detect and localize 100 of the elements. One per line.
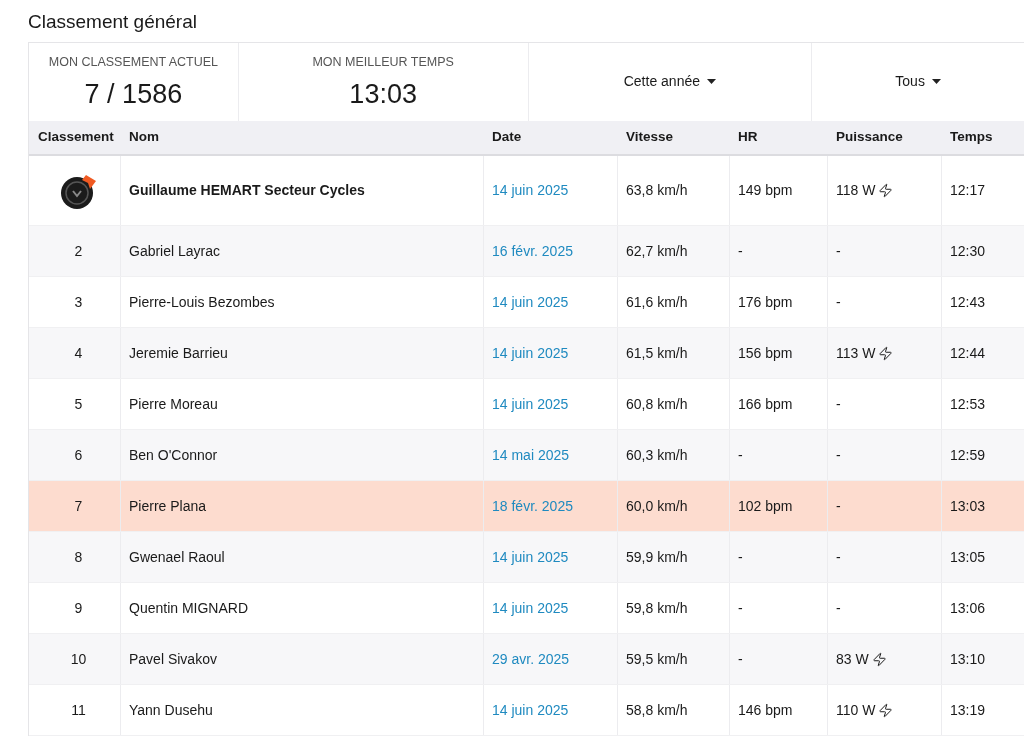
rank-cell-text: 11	[71, 700, 86, 720]
speed-cell-text: 58,8 km/h	[626, 700, 688, 720]
table-row[interactable]: 6 Ben O'Connor 14 mai 2025 60,3 km/h - - 12:59	[29, 430, 1024, 481]
name-cell-text: Ben O'Connor	[129, 445, 218, 465]
time-cell-text: 13:06	[950, 598, 986, 618]
power-cell-text: 110 W	[836, 700, 876, 720]
time-cell-text: 12:43	[950, 292, 986, 312]
caret-icon	[707, 78, 716, 84]
time-cell-text: 13:03	[950, 496, 986, 516]
stat-label: MON CLASSEMENT ACTUEL	[48, 54, 219, 71]
rank-cell-text: 7	[74, 496, 83, 516]
rank-cell-text: 6	[74, 445, 83, 465]
power-cell-text: -	[836, 598, 841, 618]
time-cell-text: 13:05	[950, 547, 986, 567]
date-link[interactable]: 14 juin 2025	[492, 597, 569, 619]
column-header: Date	[491, 128, 523, 147]
table-row[interactable]: 9 Quentin MIGNARD 14 juin 2025 59,8 km/h - - 13:06	[29, 583, 1024, 634]
heart-rate-cell-text: 166 bpm	[738, 394, 793, 414]
table-row[interactable]: 10 Pavel Sivakov 29 avr. 2025 59,5 km/h - 83 W 13:10	[29, 634, 1024, 685]
power-cell-text: -	[836, 547, 841, 567]
name-cell-text: Quentin MIGNARD	[129, 598, 249, 618]
column-header: Temps	[949, 128, 994, 147]
heart-rate-cell-text: -	[738, 649, 743, 669]
column-header: Classement	[37, 128, 115, 147]
name-cell-text: Jeremie Barrieu	[129, 343, 228, 363]
power-cell-text: -	[836, 292, 841, 312]
date-link[interactable]: 29 avr. 2025	[492, 648, 570, 670]
rank-cell-text: 10	[70, 649, 87, 669]
speed-cell-text: 59,5 km/h	[626, 649, 688, 669]
name-cell-text: Pavel Sivakov	[129, 649, 217, 669]
time-cell-text: 12:30	[950, 241, 986, 261]
table-row[interactable]: Guillaume HEMART Secteur Cycles 14 juin 2025 63,8 km/h 149 bpm 118 W 12:17	[29, 156, 1024, 226]
name-cell-text: Pierre Plana	[129, 496, 207, 516]
name-cell-text: Yann Dusehu	[129, 700, 213, 720]
power-cell-text: -	[836, 496, 841, 516]
heart-rate-cell-text: 146 bpm	[738, 700, 793, 720]
name-cell-text: Gwenael Raoul	[129, 547, 225, 567]
rank-cell-text: 8	[74, 547, 83, 567]
heart-rate-cell-text: -	[738, 547, 743, 567]
heart-rate-cell-text: 156 bpm	[738, 343, 793, 363]
power-cell-text: -	[836, 445, 841, 465]
time-cell-text: 12:17	[950, 181, 986, 200]
stat-value: 13:03	[349, 77, 417, 111]
time-cell-text: 13:10	[950, 649, 986, 669]
table-row[interactable]: 7 Pierre Plana 18 févr. 2025 60,0 km/h 102 bpm - 13:03	[29, 481, 1024, 532]
time-cell-text: 12:44	[950, 343, 986, 363]
speed-cell-text: 59,9 km/h	[626, 547, 688, 567]
page-title: Classement général	[27, 10, 198, 34]
heart-rate-cell-text: 176 bpm	[738, 292, 793, 312]
rank-cell-text: 3	[74, 292, 83, 312]
table-row[interactable]: 5 Pierre Moreau 14 juin 2025 60,8 km/h 166 bpm - 12:53	[29, 379, 1024, 430]
speed-cell-text: 61,6 km/h	[626, 292, 688, 312]
column-header: Vitesse	[625, 128, 675, 147]
heart-rate-cell-text: -	[738, 445, 743, 465]
date-link[interactable]: 14 juin 2025	[492, 699, 569, 721]
date-link[interactable]: 14 mai 2025	[492, 444, 570, 466]
filter-dropdown[interactable]: Tous	[812, 43, 1024, 121]
rank-cell-text: 4	[74, 343, 83, 363]
power-cell-text: 113 W	[836, 343, 876, 363]
rank-cell-text: 2	[74, 241, 83, 261]
speed-cell-text: 59,8 km/h	[626, 598, 688, 618]
column-header: Puissance	[835, 128, 904, 147]
speed-cell-text: 60,8 km/h	[626, 394, 688, 414]
table-row[interactable]: 2 Gabriel Layrac 16 févr. 2025 62,7 km/h - - 12:30	[29, 226, 1024, 277]
date-link[interactable]: 14 juin 2025	[492, 342, 569, 364]
name-cell-text: Guillaume HEMART Secteur Cycles	[129, 181, 365, 200]
date-link[interactable]: 14 juin 2025	[492, 546, 569, 568]
table-row[interactable]: 3 Pierre-Louis Bezombes 14 juin 2025 61,6 km/h 176 bpm - 12:43	[29, 277, 1024, 328]
stat-label: MON MEILLEUR TEMPS	[312, 54, 454, 71]
column-header: HR	[737, 128, 759, 147]
power-cell-text: -	[836, 394, 841, 414]
heart-rate-cell-text: -	[738, 598, 743, 618]
power-cell-text: -	[836, 241, 841, 261]
speed-cell-text: 62,7 km/h	[626, 241, 688, 261]
table-row[interactable]: 11 Yann Dusehu 14 juin 2025 58,8 km/h 146 bpm 110 W 13:19	[29, 685, 1024, 736]
caret-icon	[931, 78, 941, 84]
date-link[interactable]: 14 juin 2025	[492, 291, 569, 313]
time-cell-text: 12:53	[950, 394, 986, 414]
table-row[interactable]: 8 Gwenael Raoul 14 juin 2025 59,9 km/h - - 13:05	[29, 532, 1024, 583]
power-cell-text: 118 W	[836, 181, 876, 200]
speed-cell-text: 61,5 km/h	[626, 343, 688, 363]
table-row[interactable]: 4 Jeremie Barrieu 14 juin 2025 61,5 km/h 156 bpm 113 W 12:44	[29, 328, 1024, 379]
name-cell-text: Pierre-Louis Bezombes	[129, 292, 275, 312]
name-cell-text: Pierre Moreau	[129, 394, 218, 414]
name-cell-text: Gabriel Layrac	[129, 241, 221, 261]
rank-cell-text: 5	[74, 394, 83, 414]
club-logo-icon	[59, 172, 98, 209]
power-cell-text: 83 W	[836, 649, 869, 669]
time-cell-text: 13:19	[950, 700, 986, 720]
speed-cell-text: 60,0 km/h	[626, 496, 688, 516]
date-link[interactable]: 16 févr. 2025	[492, 240, 573, 262]
column-header: Nom	[128, 128, 160, 147]
heart-rate-cell-text: 102 bpm	[738, 496, 793, 516]
date-link[interactable]: 14 juin 2025	[492, 180, 569, 201]
heart-rate-cell-text: 149 bpm	[738, 181, 793, 200]
stat-value: 7 / 1586	[84, 77, 183, 111]
date-link[interactable]: 14 juin 2025	[492, 393, 569, 415]
speed-cell-text: 63,8 km/h	[626, 181, 688, 200]
rank-cell-text: 9	[74, 598, 83, 618]
heart-rate-cell-text: -	[738, 241, 743, 261]
